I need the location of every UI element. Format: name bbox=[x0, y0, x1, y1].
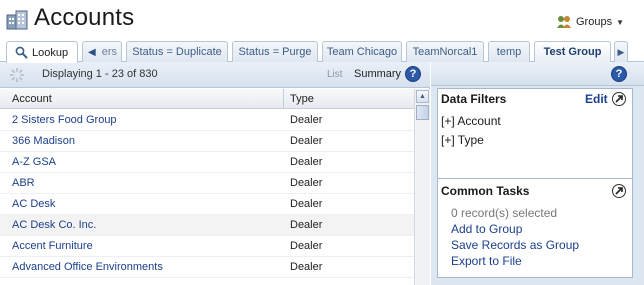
account-type-cell: Dealer bbox=[290, 240, 323, 252]
column-header-row: Account Type bbox=[0, 89, 414, 109]
table-row[interactable]: 366 Madison Dealer bbox=[0, 131, 414, 152]
arrow-right-icon: ▶ bbox=[617, 46, 625, 57]
go-arrow-icon[interactable] bbox=[612, 184, 626, 198]
results-grid-pane: Displaying 1 - 23 of 830 List Summary ? … bbox=[0, 62, 430, 285]
account-type-cell: Dealer bbox=[290, 177, 323, 189]
table-row[interactable]: AC Desk Co. Inc. Dealer bbox=[0, 215, 414, 236]
account-type-cell: Dealer bbox=[290, 261, 323, 273]
table-row[interactable]: AC Desk Dealer bbox=[0, 194, 414, 215]
table-row[interactable]: A-Z GSA Dealer bbox=[0, 152, 414, 173]
tab-scroll-left[interactable]: ◀ ers bbox=[82, 41, 122, 62]
table-row[interactable]: 2 Sisters Food Group Dealer bbox=[0, 110, 414, 131]
grid-vertical-scrollbar[interactable]: ▲ bbox=[414, 89, 430, 285]
account-link[interactable]: AC Desk Co. Inc. bbox=[12, 219, 96, 231]
add-to-group-link[interactable]: Add to Group bbox=[451, 222, 522, 236]
account-link[interactable]: A-Z GSA bbox=[12, 156, 56, 168]
tab-test-group[interactable]: Test Group bbox=[534, 41, 611, 62]
data-filters-title: Data Filters bbox=[441, 92, 507, 106]
groups-icon bbox=[557, 16, 571, 28]
tab-scroll-right[interactable]: ▶ bbox=[614, 41, 628, 62]
account-type-cell: Dealer bbox=[290, 114, 323, 126]
summary-view-link[interactable]: Summary bbox=[354, 68, 401, 80]
filter-type-toggle[interactable]: [+] Type bbox=[441, 133, 484, 147]
help-icon[interactable]: ? bbox=[405, 66, 421, 82]
selected-count-text: 0 record(s) selected bbox=[451, 206, 558, 220]
account-type-cell: Dealer bbox=[290, 219, 323, 231]
table-row[interactable]: Accent Furniture Dealer bbox=[0, 236, 414, 257]
column-divider[interactable] bbox=[283, 89, 284, 109]
account-type-cell: Dealer bbox=[290, 198, 323, 210]
save-records-as-group-link[interactable]: Save Records as Group bbox=[451, 238, 579, 252]
column-header-type[interactable]: Type bbox=[290, 93, 314, 105]
account-link[interactable]: Advanced Office Environments bbox=[12, 261, 163, 273]
tab-status-duplicate[interactable]: Status = Duplicate bbox=[126, 41, 228, 62]
account-link[interactable]: 366 Madison bbox=[12, 135, 75, 147]
common-tasks-panel: Common Tasks 0 record(s) selected Add to… bbox=[437, 178, 633, 278]
chevron-down-icon: ▼ bbox=[616, 17, 624, 27]
scroll-up-icon[interactable]: ▲ bbox=[416, 90, 429, 103]
common-tasks-title: Common Tasks bbox=[441, 184, 530, 198]
search-icon bbox=[15, 46, 28, 59]
group-tab-strip: Lookup ◀ ers Status = Duplicate Status =… bbox=[0, 40, 644, 63]
loading-spinner-icon bbox=[9, 67, 25, 83]
account-link[interactable]: AC Desk bbox=[12, 198, 55, 210]
go-arrow-icon[interactable] bbox=[612, 92, 626, 106]
page-header: Accounts Groups ▼ bbox=[0, 0, 644, 40]
column-header-account[interactable]: Account bbox=[12, 93, 52, 105]
side-panel: ? Data Filters Edit [+] Account [+] Type… bbox=[431, 62, 644, 285]
account-link[interactable]: 2 Sisters Food Group bbox=[12, 114, 117, 126]
tab-lookup-label: Lookup bbox=[32, 46, 69, 59]
side-panel-toolbar: ? bbox=[431, 62, 644, 86]
tab-status-purge[interactable]: Status = Purge bbox=[232, 41, 318, 62]
table-row[interactable]: ABR Dealer bbox=[0, 173, 414, 194]
account-link[interactable]: ABR bbox=[12, 177, 35, 189]
tab-lookup[interactable]: Lookup bbox=[6, 41, 78, 63]
account-type-cell: Dealer bbox=[290, 135, 323, 147]
account-type-cell: Dealer bbox=[290, 156, 323, 168]
tab-teamnorcal1[interactable]: TeamNorcal1 bbox=[406, 41, 484, 62]
data-filters-panel: Data Filters Edit [+] Account [+] Type bbox=[437, 88, 633, 180]
accounts-icon bbox=[6, 10, 28, 30]
grid-toolbar: Displaying 1 - 23 of 830 List Summary ? bbox=[0, 62, 430, 88]
table-row[interactable]: Advanced Office Environments Dealer bbox=[0, 257, 414, 278]
tab-partial-label: ers bbox=[101, 46, 117, 58]
export-to-file-link[interactable]: Export to File bbox=[451, 254, 522, 268]
tab-team-chicago[interactable]: Team Chicago bbox=[322, 41, 402, 62]
tab-temp[interactable]: temp bbox=[488, 41, 530, 62]
side-help-icon[interactable]: ? bbox=[611, 66, 627, 82]
paging-status: Displaying 1 - 23 of 830 bbox=[42, 68, 158, 80]
page-title: Accounts bbox=[34, 4, 135, 31]
table-body: 2 Sisters Food Group Dealer 366 Madison … bbox=[0, 110, 414, 285]
account-link[interactable]: Accent Furniture bbox=[12, 240, 93, 252]
groups-menu-button[interactable]: Groups ▼ bbox=[556, 13, 624, 31]
scrollbar-thumb[interactable] bbox=[416, 105, 429, 120]
list-view-link[interactable]: List bbox=[327, 69, 343, 80]
filter-account-toggle[interactable]: [+] Account bbox=[441, 114, 501, 128]
edit-filters-link[interactable]: Edit bbox=[585, 92, 608, 106]
groups-label: Groups bbox=[576, 16, 613, 28]
arrow-left-icon: ◀ bbox=[88, 46, 96, 58]
